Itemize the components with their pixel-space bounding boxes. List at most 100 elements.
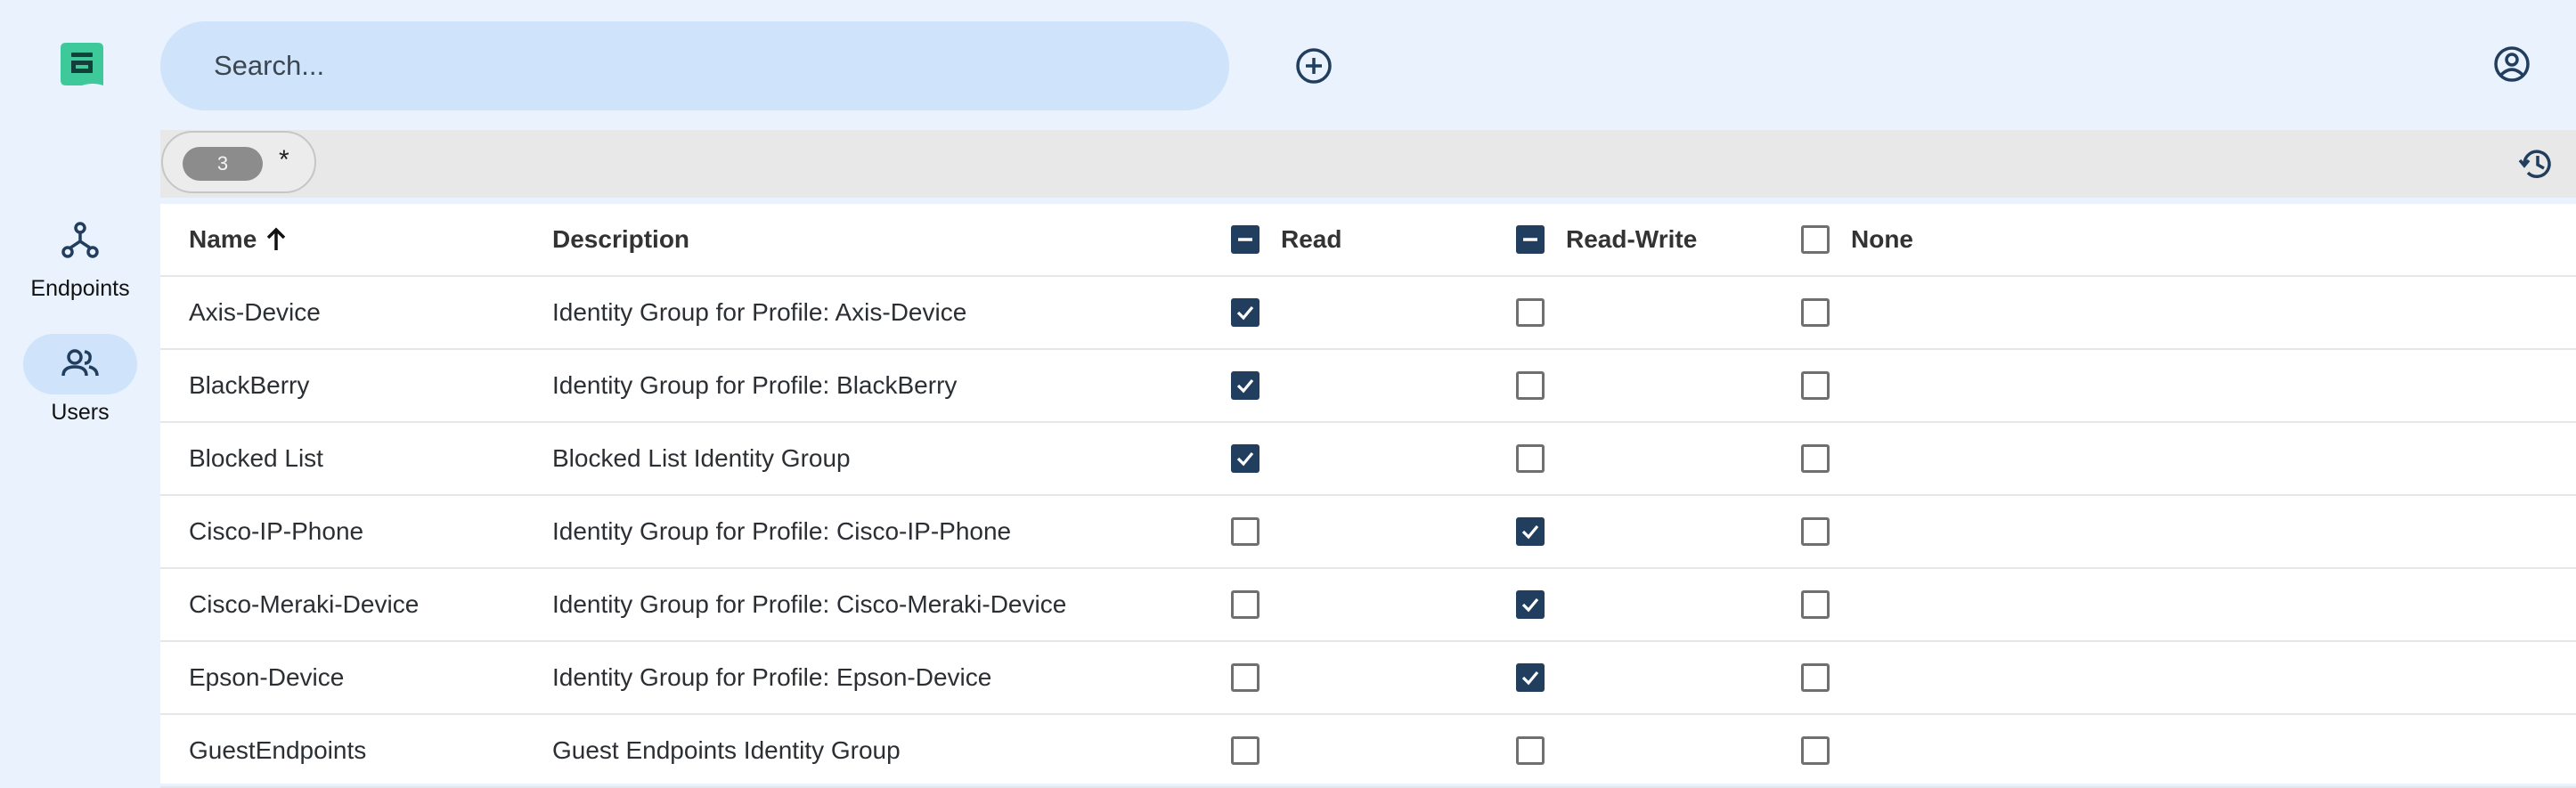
row-none-cell xyxy=(1801,715,1830,786)
none-checkbox[interactable] xyxy=(1801,517,1830,546)
read-checkbox[interactable] xyxy=(1231,517,1259,546)
read-write-checkbox[interactable] xyxy=(1516,590,1545,619)
row-none-cell xyxy=(1801,569,1830,640)
read-write-checkbox[interactable] xyxy=(1516,517,1545,546)
endpoints-icon xyxy=(23,210,137,271)
table-row[interactable]: Blocked List Blocked List Identity Group xyxy=(160,423,2576,496)
checkmark-icon xyxy=(1236,451,1254,467)
row-read-cell xyxy=(1231,277,1259,348)
sidebar-item-endpoints[interactable]: Endpoints xyxy=(0,210,160,302)
filter-chip[interactable]: 3 * xyxy=(161,131,316,193)
row-read-cell xyxy=(1231,715,1259,786)
none-checkbox[interactable] xyxy=(1801,444,1830,473)
checkmark-icon xyxy=(1521,670,1539,686)
none-checkbox[interactable] xyxy=(1801,371,1830,400)
filter-chip-symbol: * xyxy=(279,145,289,175)
sidebar-item-label: Users xyxy=(51,400,110,425)
column-header-read: Read xyxy=(1231,204,1341,275)
row-description: Identity Group for Profile: BlackBerry xyxy=(552,371,958,399)
table-row[interactable]: Cisco-IP-Phone Identity Group for Profile… xyxy=(160,496,2576,569)
sidebar-item-label: Endpoints xyxy=(30,276,130,301)
table-row[interactable]: BlackBerry Identity Group for Profile: Bl… xyxy=(160,350,2576,423)
app-logo[interactable] xyxy=(57,41,107,91)
read-write-checkbox[interactable] xyxy=(1516,444,1545,473)
users-icon xyxy=(23,334,137,394)
history-button[interactable] xyxy=(2515,142,2558,185)
sort-ascending-icon xyxy=(267,227,286,250)
row-description: Identity Group for Profile: Epson-Device xyxy=(552,663,992,691)
selected-count-badge: 3 xyxy=(183,147,263,181)
checkmark-icon xyxy=(1236,378,1254,394)
column-header-read-write: Read-Write xyxy=(1516,204,1697,275)
row-read-cell xyxy=(1231,642,1259,713)
row-name: Blocked List xyxy=(189,444,323,472)
indeterminate-icon xyxy=(1523,238,1537,241)
add-button[interactable] xyxy=(1291,43,1337,89)
row-description: Identity Group for Profile: Cisco-Meraki… xyxy=(552,590,1067,618)
row-description: Identity Group for Profile: Axis-Device xyxy=(552,298,967,326)
table-row[interactable]: Cisco-Meraki-Device Identity Group for Pr… xyxy=(160,569,2576,642)
row-read-write-cell xyxy=(1516,569,1545,640)
read-checkbox[interactable] xyxy=(1231,590,1259,619)
row-read-write-cell xyxy=(1516,715,1545,786)
history-icon xyxy=(2518,150,2551,178)
sidebar-item-users[interactable]: Users xyxy=(0,334,160,426)
search-input[interactable] xyxy=(212,49,1178,83)
row-description: Guest Endpoints Identity Group xyxy=(552,736,901,764)
none-checkbox[interactable] xyxy=(1801,663,1830,692)
row-none-cell xyxy=(1801,423,1830,494)
row-read-write-cell xyxy=(1516,496,1545,567)
table-row[interactable]: GuestEndpoints Guest Endpoints Identity G… xyxy=(160,715,2576,788)
row-name: Axis-Device xyxy=(189,298,321,326)
account-button[interactable] xyxy=(2489,41,2535,87)
checkmark-icon xyxy=(1521,524,1539,540)
checkmark-icon xyxy=(1236,305,1254,321)
none-checkbox[interactable] xyxy=(1801,590,1830,619)
row-none-cell xyxy=(1801,496,1830,567)
table-header-row: Name Description Read Read-Write None xyxy=(160,204,2576,277)
row-none-cell xyxy=(1801,350,1830,421)
row-read-cell xyxy=(1231,496,1259,567)
indeterminate-icon xyxy=(1238,238,1252,241)
read-checkbox[interactable] xyxy=(1231,444,1259,473)
table-row[interactable]: Axis-Device Identity Group for Profile: A… xyxy=(160,277,2576,350)
read-checkbox[interactable] xyxy=(1231,663,1259,692)
search-bar xyxy=(160,21,1229,110)
add-circle-icon xyxy=(1296,48,1332,84)
row-name: BlackBerry xyxy=(189,371,310,399)
read-write-checkbox[interactable] xyxy=(1516,736,1545,765)
row-name: Cisco-Meraki-Device xyxy=(189,590,420,618)
row-name: Epson-Device xyxy=(189,663,345,691)
account-circle-icon xyxy=(2494,46,2530,82)
row-none-cell xyxy=(1801,277,1830,348)
row-none-cell xyxy=(1801,642,1830,713)
column-header-name[interactable]: Name xyxy=(189,204,289,275)
read-write-select-all-checkbox[interactable] xyxy=(1516,225,1545,254)
row-read-cell xyxy=(1231,423,1259,494)
row-read-write-cell xyxy=(1516,350,1545,421)
row-read-cell xyxy=(1231,569,1259,640)
table-row[interactable]: Epson-Device Identity Group for Profile: … xyxy=(160,642,2576,715)
row-name: GuestEndpoints xyxy=(189,736,367,764)
checkmark-icon xyxy=(1521,597,1539,613)
read-checkbox[interactable] xyxy=(1231,371,1259,400)
read-write-checkbox[interactable] xyxy=(1516,298,1545,327)
row-read-write-cell xyxy=(1516,277,1545,348)
none-select-all-checkbox[interactable] xyxy=(1801,225,1830,254)
read-checkbox[interactable] xyxy=(1231,298,1259,327)
none-checkbox[interactable] xyxy=(1801,298,1830,327)
column-header-none: None xyxy=(1801,204,1913,275)
read-write-checkbox[interactable] xyxy=(1516,371,1545,400)
row-description: Identity Group for Profile: Cisco-IP-Pho… xyxy=(552,517,1012,545)
permissions-table: Name Description Read Read-Write None Ax… xyxy=(160,204,2576,788)
row-name: Cisco-IP-Phone xyxy=(189,517,364,545)
read-select-all-checkbox[interactable] xyxy=(1231,225,1259,254)
row-read-cell xyxy=(1231,350,1259,421)
read-write-checkbox[interactable] xyxy=(1516,663,1545,692)
column-header-description[interactable]: Description xyxy=(552,204,689,275)
row-description: Blocked List Identity Group xyxy=(552,444,851,472)
sidebar: Endpoints Users xyxy=(0,0,160,784)
row-read-write-cell xyxy=(1516,423,1545,494)
read-checkbox[interactable] xyxy=(1231,736,1259,765)
none-checkbox[interactable] xyxy=(1801,736,1830,765)
